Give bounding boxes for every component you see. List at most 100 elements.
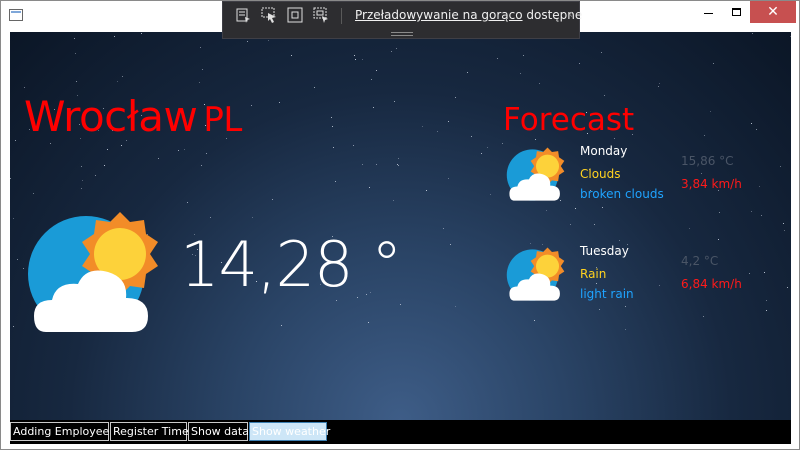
star	[82, 180, 84, 182]
partly-cloudy-icon	[28, 212, 158, 332]
star	[114, 35, 116, 37]
close-button[interactable]: ✕	[750, 1, 796, 23]
forecast-wind: 6,84 km/h	[681, 277, 742, 291]
star	[209, 216, 211, 218]
star	[789, 36, 791, 38]
star	[353, 145, 355, 147]
forecast-day: Tuesday	[580, 244, 629, 258]
star	[447, 178, 449, 180]
star	[779, 165, 781, 167]
star	[783, 229, 785, 231]
star	[703, 135, 705, 137]
star	[688, 228, 690, 230]
star	[330, 117, 332, 119]
maximize-button[interactable]	[722, 1, 750, 23]
star	[334, 181, 336, 183]
forecast-wind: 3,84 km/h	[681, 177, 742, 191]
display-layout-adorners-icon[interactable]	[287, 7, 303, 23]
star	[534, 139, 536, 141]
hot-reload-status: Przeładowywanie na gorąco dostępne	[355, 8, 582, 22]
star	[16, 258, 18, 260]
star	[766, 310, 768, 312]
star	[497, 57, 499, 59]
star	[394, 100, 396, 102]
forecast-day: Monday	[580, 144, 628, 158]
star	[81, 166, 83, 168]
collapse-toolbar-icon[interactable]: ‹	[568, 7, 573, 21]
forecast-item: Tuesday Rain light rain 4,2 °C 6,84 km/h	[505, 244, 765, 314]
star	[332, 125, 334, 127]
star	[709, 111, 711, 113]
star	[603, 94, 605, 96]
city-name: Wrocław	[24, 92, 198, 141]
star	[371, 78, 373, 80]
star	[280, 325, 282, 327]
star	[50, 142, 52, 144]
star	[104, 165, 106, 167]
star	[502, 143, 504, 145]
track-focus-icon[interactable]	[313, 7, 329, 23]
country-code: PL	[203, 100, 242, 140]
star	[578, 62, 580, 64]
hot-reload-link[interactable]: Przeładowywanie na gorąco	[355, 8, 523, 22]
star	[10, 178, 12, 180]
current-temperature: 14,28 °	[180, 228, 402, 301]
star	[398, 164, 400, 166]
star	[32, 193, 34, 195]
star	[717, 239, 719, 241]
star	[290, 55, 292, 57]
star	[251, 104, 253, 106]
star	[15, 139, 17, 141]
star	[373, 107, 375, 109]
star	[702, 316, 704, 318]
star	[354, 58, 356, 60]
star	[658, 82, 660, 84]
nav-button-register-time[interactable]: Register Time	[110, 422, 189, 441]
weather-panel: Wrocław PL 14,28 ° Forecast Monday Cloud…	[10, 32, 791, 420]
nav-button-adding-employee[interactable]: Adding Employee	[10, 422, 109, 441]
star	[489, 194, 491, 196]
nav-button-show-data[interactable]: Show data	[188, 422, 249, 441]
star	[362, 163, 364, 165]
star	[333, 147, 335, 149]
star	[24, 86, 26, 88]
star	[448, 120, 450, 122]
star	[140, 32, 142, 34]
app-window: ✕ Przeładowywanie na gorąco dostępne ‹ W…	[0, 0, 800, 450]
star	[454, 96, 456, 98]
star	[658, 85, 660, 87]
nav-button-show-weather[interactable]: Show weather	[249, 422, 330, 441]
star	[187, 201, 189, 203]
star	[73, 38, 75, 40]
forecast-description: light rain	[580, 287, 634, 301]
forecast-item: Monday Clouds broken clouds 15,86 °C 3,8…	[505, 144, 765, 214]
star	[766, 300, 768, 302]
star	[80, 187, 82, 189]
star	[395, 47, 397, 49]
forecast-temperature: 4,2 °C	[681, 254, 719, 268]
star	[624, 329, 626, 331]
forecast-condition: Rain	[580, 267, 607, 281]
star	[471, 135, 472, 137]
star	[519, 72, 521, 74]
star	[12, 217, 14, 219]
live-visual-tree-icon[interactable]	[235, 7, 251, 23]
toolbar-drag-handle[interactable]	[391, 32, 413, 36]
xaml-debug-toolbar: Przeładowywanie na gorąco dostępne ‹	[222, 1, 582, 39]
maximize-icon	[731, 8, 741, 16]
forecast-description: broken clouds	[580, 187, 664, 201]
minimize-button[interactable]	[694, 1, 722, 23]
star	[755, 129, 757, 131]
star	[205, 152, 207, 154]
star	[393, 200, 394, 202]
star	[761, 214, 763, 216]
forecast-title: Forecast	[503, 102, 635, 138]
star	[391, 51, 393, 53]
star	[106, 149, 108, 151]
star	[486, 147, 488, 149]
star	[425, 190, 427, 192]
star	[538, 82, 540, 84]
star	[120, 145, 122, 147]
star	[251, 216, 253, 218]
select-element-icon[interactable]	[261, 7, 277, 23]
